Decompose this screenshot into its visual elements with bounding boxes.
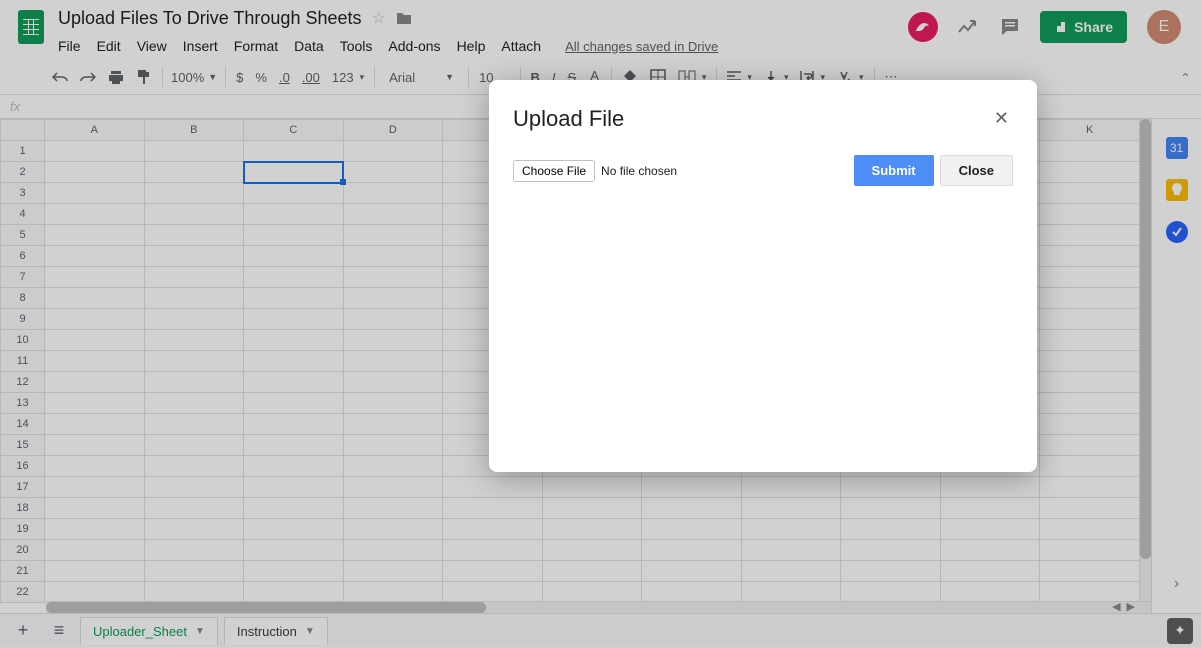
submit-button[interactable]: Submit [854,155,934,186]
upload-file-dialog: Upload File ✕ Choose File No file chosen… [489,80,1037,472]
file-chosen-label: No file chosen [601,164,677,178]
dialog-close-icon[interactable]: ✕ [990,104,1013,133]
dialog-title: Upload File [513,106,624,132]
close-button[interactable]: Close [940,155,1013,186]
choose-file-button[interactable]: Choose File [513,160,595,182]
